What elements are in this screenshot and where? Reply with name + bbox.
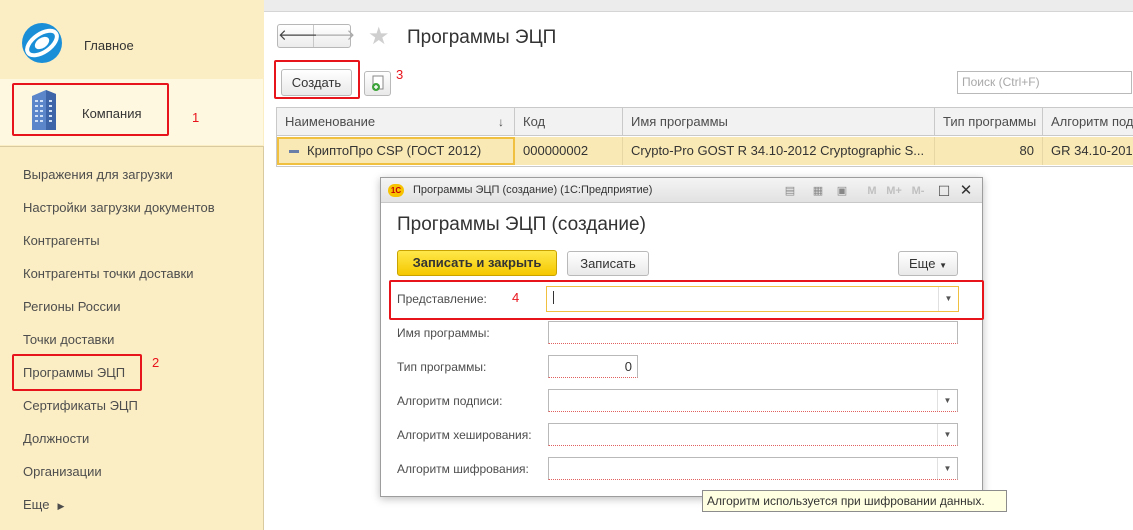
calculator-icon[interactable]: ▦ (811, 184, 825, 198)
window-top-strip (264, 0, 1133, 12)
column-header-program-name[interactable]: Имя программы (623, 108, 935, 136)
dropdown-arrow-icon[interactable]: ▼ (937, 424, 957, 445)
sidebar-item-more-label: Еще (23, 497, 50, 512)
arrow-right-icon: 🡒 (315, 27, 356, 44)
sign-algorithm-field[interactable]: ▼ (548, 389, 958, 412)
table-cell-name-text: КриптоПро CSP (ГОСТ 2012) (307, 143, 482, 158)
forward-button[interactable]: 🡒 (315, 25, 355, 47)
annotation-box-create (274, 60, 360, 99)
sidebar-item-signature-certificates[interactable]: Сертификаты ЭЦП (23, 396, 138, 416)
save-button[interactable]: Записать (567, 251, 649, 276)
sidebar-item-document-load-settings[interactable]: Настройки загрузки документов (23, 198, 215, 218)
save-and-close-button[interactable]: Записать и закрыть (397, 250, 557, 276)
sidebar-item-organizations[interactable]: Организации (23, 462, 102, 482)
table-cell-program-type: 80 (935, 137, 1043, 165)
row-marker-icon (289, 150, 299, 154)
sidebar-divider (0, 146, 263, 147)
program-type-label: Тип программы: (397, 360, 487, 374)
table-row[interactable]: КриптоПро CSP (ГОСТ 2012) 000000002 Cryp… (277, 137, 1133, 165)
memory-button[interactable]: М (865, 184, 879, 198)
dropdown-arrow-icon[interactable]: ▼ (937, 458, 957, 479)
annotation-number-1: 1 (192, 110, 200, 125)
column-header-program-type[interactable]: Тип программы (935, 108, 1043, 136)
program-name-field[interactable] (548, 321, 958, 344)
column-header-algorithm[interactable]: Алгоритм под (1043, 108, 1133, 136)
table-cell-program-name: Crypto-Pro GOST R 34.10-2012 Cryptograph… (623, 137, 935, 165)
navigation-buttons: 🡐 🡒 (277, 24, 355, 48)
maximize-icon[interactable]: ☐ (937, 184, 951, 198)
back-button[interactable]: 🡐 (278, 25, 318, 47)
sidebar-section-main[interactable]: Главное (10, 14, 250, 74)
1c-logo-icon: 1С (388, 184, 404, 197)
hash-algorithm-field[interactable]: ▼ (548, 423, 958, 446)
table-cell-code: 000000002 (515, 137, 623, 165)
table-cell-name[interactable]: КриптоПро CSP (ГОСТ 2012) (277, 137, 515, 165)
more-button[interactable]: Еще ▼ (898, 251, 958, 276)
copy-document-icon (372, 75, 384, 91)
sidebar-item-counterparties[interactable]: Контрагенты (23, 231, 100, 251)
sidebar-item-counterparty-delivery-points[interactable]: Контрагенты точки доставки (23, 264, 193, 284)
print-icon[interactable]: ▤ (783, 184, 797, 198)
create-program-dialog: 1С Программы ЭЦП (создание) (1С:Предприя… (380, 177, 983, 497)
copy-button[interactable] (364, 71, 391, 96)
encrypt-algorithm-field[interactable]: ▼ (548, 457, 958, 480)
programs-table: Наименование ↓ Код Имя программы Тип прог… (276, 107, 1133, 167)
star-icon[interactable]: ★ (368, 24, 390, 50)
annotation-box-company (12, 83, 169, 136)
program-type-field[interactable]: 0 (548, 355, 638, 378)
sidebar-section-main-label: Главное (84, 38, 134, 53)
sign-algorithm-label: Алгоритм подписи: (397, 394, 503, 408)
dialog-window-title: Программы ЭЦП (создание) (1С:Предприятие… (413, 184, 653, 196)
memory-plus-button[interactable]: М+ (885, 184, 903, 198)
column-header-name[interactable]: Наименование ↓ (277, 108, 515, 136)
close-icon[interactable]: ✕ (959, 183, 973, 198)
table-cell-algorithm: GR 34.10-2012 (1043, 137, 1133, 165)
page-title: Программы ЭЦП (407, 27, 557, 48)
sidebar-item-regions[interactable]: Регионы России (23, 297, 121, 317)
section-sidebar: Главное Компания Выражения для загрузки … (0, 0, 264, 530)
hash-algorithm-label: Алгоритм хеширования: (397, 428, 532, 442)
field-tooltip: Алгоритм используется при шифровании дан… (702, 490, 1007, 512)
arrow-left-icon: 🡐 (278, 27, 319, 44)
sidebar-item-delivery-points[interactable]: Точки доставки (23, 330, 114, 350)
column-header-name-label: Наименование (285, 114, 376, 129)
dialog-heading: Программы ЭЦП (создание) (397, 214, 646, 235)
more-button-label: Еще (909, 256, 936, 271)
annotation-number-4: 4 (512, 290, 520, 305)
dialog-titlebar[interactable]: 1С Программы ЭЦП (создание) (1С:Предприя… (381, 178, 982, 203)
annotation-box-representation (389, 280, 984, 320)
annotation-number-3: 3 (396, 67, 404, 82)
sort-descending-icon: ↓ (498, 115, 504, 129)
annotation-box-signature-programs (12, 354, 142, 391)
main-section-logo-icon (22, 23, 62, 63)
sidebar-item-more[interactable]: Еще ▶ (23, 495, 64, 515)
column-header-code[interactable]: Код (515, 108, 623, 136)
program-type-value: 0 (624, 359, 632, 374)
memory-minus-button[interactable]: М- (909, 184, 927, 198)
annotation-number-2: 2 (152, 355, 160, 370)
dropdown-arrow-icon[interactable]: ▼ (937, 390, 957, 411)
program-name-label: Имя программы: (397, 326, 490, 340)
encrypt-algorithm-label: Алгоритм шифрования: (397, 462, 529, 476)
sidebar-item-load-expressions[interactable]: Выражения для загрузки (23, 165, 173, 185)
calendar-icon[interactable]: ▣ (835, 184, 849, 198)
chevron-down-icon: ▼ (939, 261, 947, 270)
chevron-right-icon: ▶ (57, 500, 65, 511)
sidebar-item-positions[interactable]: Должности (23, 429, 89, 449)
search-input[interactable]: Поиск (Ctrl+F) (957, 71, 1132, 94)
